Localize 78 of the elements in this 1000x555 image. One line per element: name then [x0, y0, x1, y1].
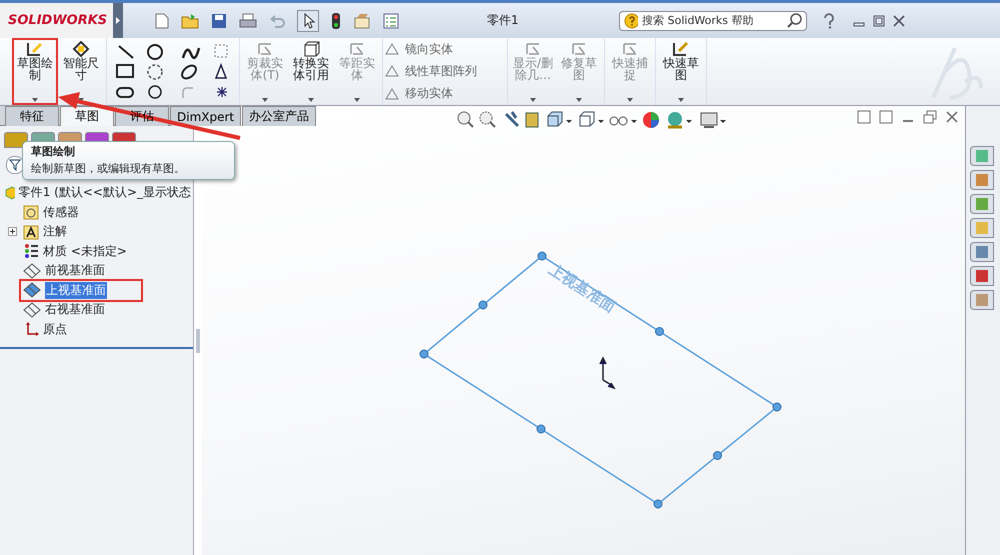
- sketch-tool-icon: [621, 41, 639, 57]
- search-field[interactable]: 搜索 SolidWorks 帮助: [619, 10, 807, 30]
- tree-item[interactable]: 前视基准面: [21, 261, 107, 280]
- splitter-handle[interactable]: [196, 329, 200, 353]
- ribbon-tab[interactable]: 办公室产品: [242, 106, 316, 126]
- options-box-icon[interactable]: [353, 12, 371, 28]
- search-icon[interactable]: [786, 12, 802, 28]
- ribbon-command-button[interactable]: 快速草图: [658, 38, 704, 105]
- ribbon-tab[interactable]: DimXpert: [170, 106, 242, 126]
- dropdown-caret-icon: [32, 98, 38, 102]
- sketch-tool-icon: [256, 41, 274, 57]
- tree-item[interactable]: 材质 <未指定>: [21, 242, 129, 261]
- plane-label: 上视基准面: [546, 260, 619, 316]
- sketch-pencil-icon: [26, 41, 44, 57]
- dimension-icon: [72, 41, 90, 57]
- origin-icon: [23, 321, 39, 338]
- expand-icon[interactable]: [8, 227, 17, 236]
- maximize-icon[interactable]: [873, 14, 885, 26]
- ribbon-tab[interactable]: 草图: [60, 106, 114, 126]
- print-icon[interactable]: [239, 12, 257, 28]
- dropdown-caret-icon: [530, 98, 536, 102]
- ribbon-tab[interactable]: 特征: [5, 106, 59, 126]
- task-pane-tab-icon[interactable]: [970, 170, 994, 190]
- task-pane-tab-icon[interactable]: [970, 266, 994, 286]
- checklist-icon[interactable]: [383, 12, 399, 28]
- task-pane-tab-icon[interactable]: [970, 218, 994, 238]
- tooltip-text: 绘制新草图，或编辑现有草图。: [31, 162, 186, 176]
- tree-item[interactable]: 零件1 (默认<<默认>_显示状态: [0, 183, 193, 202]
- tree-item[interactable]: 注解: [21, 222, 69, 242]
- window-title: 零件1: [487, 12, 520, 29]
- sensor-folder-icon: [23, 204, 39, 220]
- tree-item[interactable]: 右视基准面: [21, 300, 107, 320]
- sketch-tool-icon: [348, 41, 366, 57]
- task-pane-tab-icon[interactable]: [970, 194, 994, 214]
- solidworks-logo: SOLIDWORKS: [0, 3, 113, 38]
- new-document-icon[interactable]: [155, 12, 169, 28]
- restore-icon[interactable]: [923, 110, 937, 124]
- ribbon-command-button[interactable]: 智能尺寸: [58, 38, 104, 105]
- tree-item[interactable]: 原点: [21, 320, 69, 339]
- open-folder-icon[interactable]: [181, 12, 199, 28]
- part-icon: [4, 186, 15, 200]
- select-pointer-icon[interactable]: [297, 10, 319, 32]
- plane-icon: [23, 262, 41, 279]
- material-icon: [23, 243, 39, 260]
- tooltip-title: 草图绘制: [31, 145, 76, 159]
- sketch-tool-icon: [385, 43, 399, 56]
- origin-axes-icon: [599, 356, 616, 390]
- sketch-tool-icon: [524, 41, 542, 57]
- dropdown-caret-icon: [308, 98, 314, 102]
- ribbon-command-button[interactable]: 草图绘制: [12, 38, 58, 105]
- cube-icon: [302, 41, 320, 57]
- help-bubble-icon: [624, 12, 638, 28]
- dropdown-caret-icon: [262, 98, 268, 102]
- dropdown-caret-icon: [78, 98, 84, 102]
- plane-icon: [23, 282, 41, 298]
- tree-item[interactable]: 上视基准面: [21, 280, 141, 300]
- sketch-tool-icon: [570, 41, 588, 57]
- sketch-pencil-icon: [672, 41, 690, 57]
- task-pane-tab-icon[interactable]: [970, 242, 994, 262]
- dropdown-caret-icon: [576, 98, 582, 102]
- close-icon[interactable]: [893, 14, 905, 26]
- annotation-folder-icon: [23, 224, 39, 240]
- save-icon[interactable]: [211, 12, 227, 28]
- sketch-tool-icon: [385, 65, 399, 78]
- ribbon-command-button[interactable]: 转换实体引用: [288, 38, 334, 105]
- traffic-light-icon[interactable]: [331, 12, 341, 30]
- tree-item[interactable]: 传感器: [21, 202, 81, 222]
- task-pane-tab-icon[interactable]: [970, 290, 994, 310]
- panel-right-icon[interactable]: [879, 110, 893, 124]
- sketch-tool-icon: [385, 88, 399, 100]
- dropdown-caret-icon: [678, 98, 684, 102]
- close-icon[interactable]: [945, 110, 959, 124]
- help-icon[interactable]: [821, 12, 837, 28]
- panel-left-icon[interactable]: [857, 110, 871, 124]
- task-pane-tab-icon[interactable]: [970, 146, 994, 166]
- dropdown-caret-icon: [354, 98, 360, 102]
- plane-icon: [23, 302, 41, 318]
- dropdown-caret-icon: [627, 98, 633, 102]
